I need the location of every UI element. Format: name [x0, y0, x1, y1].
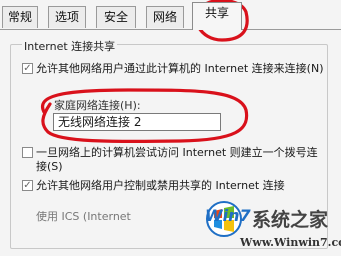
dialup-option[interactable]: 一旦网络上的计算机尝试访问 Internet 则建立一个拨号连接(S) [22, 146, 326, 174]
watermark-logo-text: Win7 [205, 206, 251, 225]
home-network-label: 家庭网络连接(H): [54, 99, 141, 112]
watermark-name: 系统之家 [252, 209, 329, 231]
home-network-select[interactable]: 无线网络连接 2 [53, 113, 221, 131]
allow-control-checkbox[interactable]: ✓ [22, 180, 33, 191]
ics-settings-link[interactable]: 使用 ICS (Internet [36, 210, 196, 224]
tab-options[interactable]: 选项 [48, 6, 86, 28]
allow-control-option[interactable]: ✓ 允许其他网络用户控制或禁用共享的 Internet 连接 [22, 179, 326, 193]
watermark-url: Www.Winwin7.com [240, 236, 341, 249]
tab-network[interactable]: 网络 [146, 6, 184, 28]
allow-share-option[interactable]: ✓ 允许其他网络用户通过此计算机的 Internet 连接来连接(N) [22, 62, 326, 76]
tab-general[interactable]: 常规 [2, 6, 38, 28]
allow-share-label: 允许其他网络用户通过此计算机的 Internet 连接来连接(N) [36, 62, 324, 75]
ics-group-title: Internet 连接共享 [22, 38, 118, 54]
tab-security[interactable]: 安全 [96, 6, 136, 28]
dialup-checkbox[interactable] [22, 147, 33, 158]
tab-sharing[interactable]: 共享 [192, 2, 242, 30]
dialup-label: 一旦网络上的计算机尝试访问 Internet 则建立一个拨号连接(S) [36, 146, 318, 173]
tab-bar: 常规 选项 安全 网络 共享 [0, 0, 341, 30]
allow-control-label: 允许其他网络用户控制或禁用共享的 Internet 连接 [36, 179, 285, 192]
allow-share-checkbox[interactable]: ✓ [22, 63, 33, 74]
